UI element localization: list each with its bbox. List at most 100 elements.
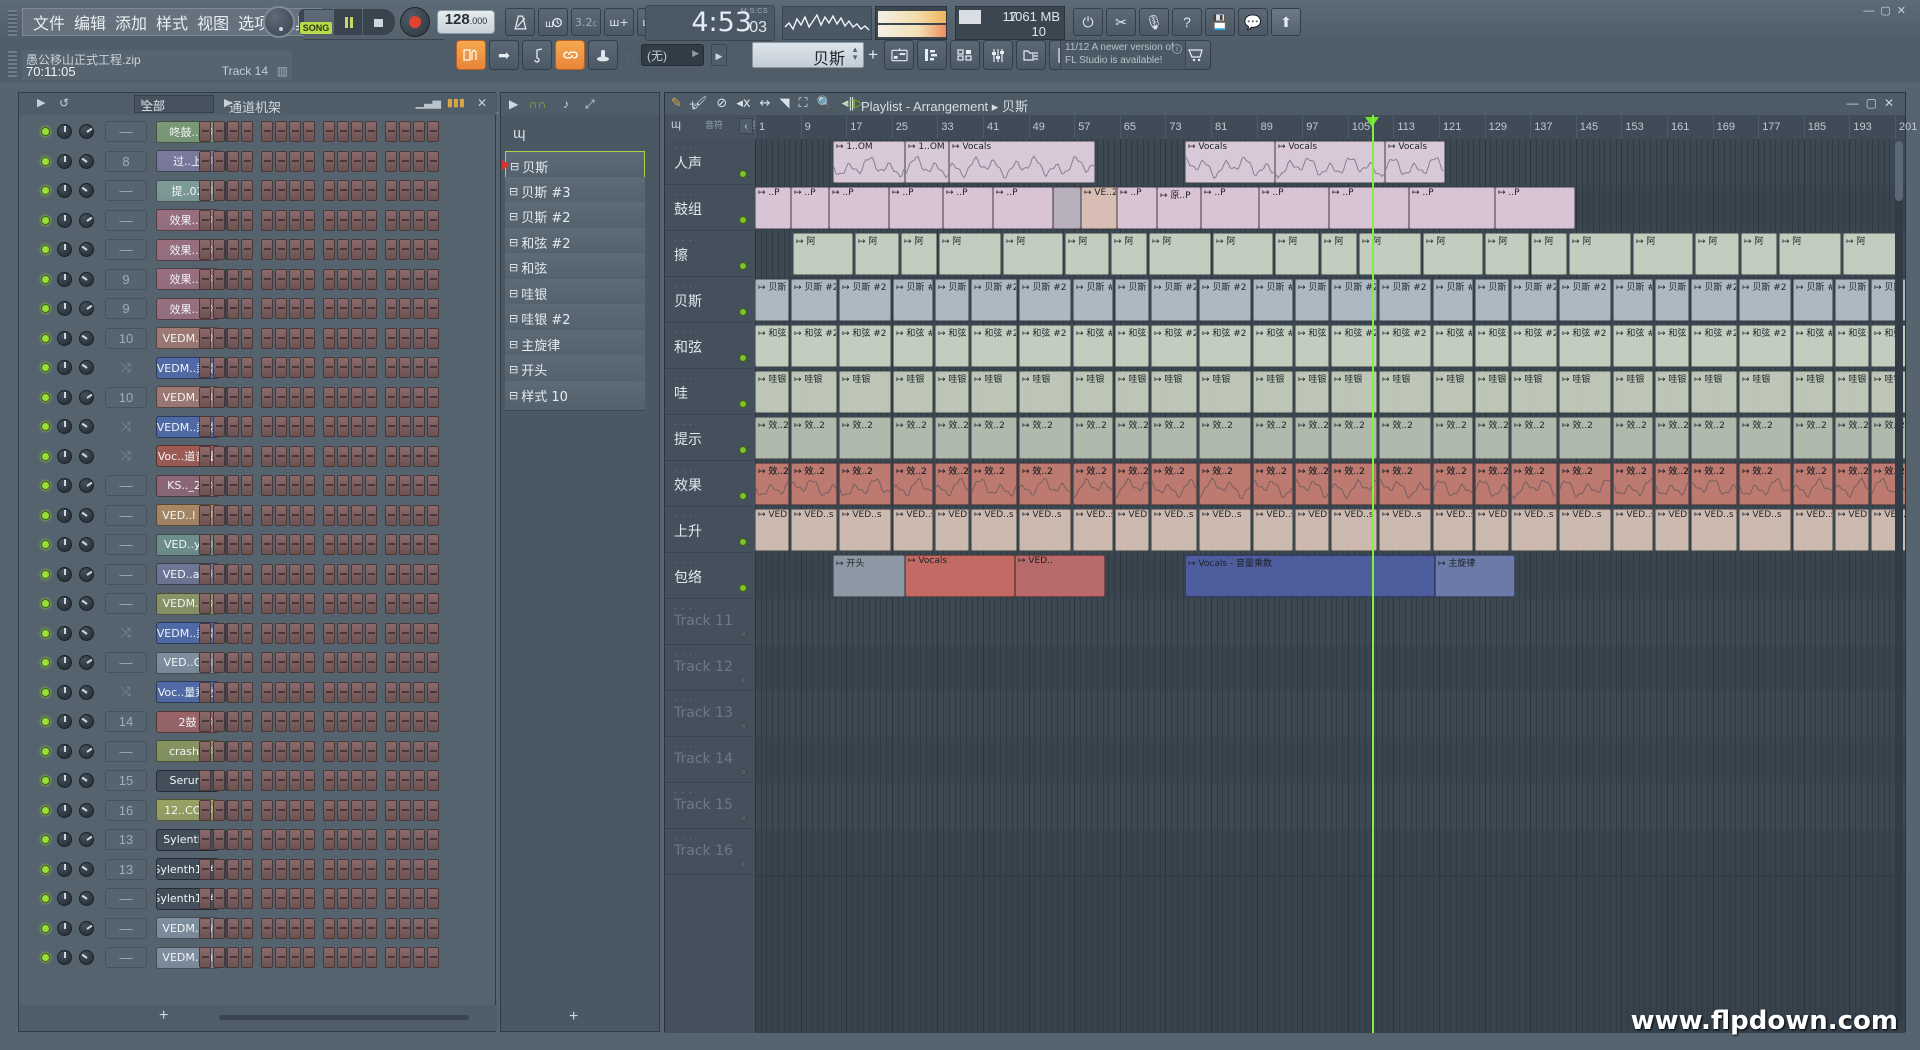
step-button[interactable]	[399, 711, 411, 733]
channel-mixer-track[interactable]: 15	[105, 770, 147, 792]
step-button[interactable]	[261, 858, 273, 880]
step-button[interactable]	[351, 652, 363, 674]
menu-item-file[interactable]: 文件	[33, 10, 65, 34]
step-button[interactable]	[241, 386, 253, 408]
playlist-clip[interactable]: ↦ 哇银	[1655, 371, 1689, 413]
playlist-clip[interactable]: ↦ 效..2	[1559, 417, 1611, 459]
step-button[interactable]	[337, 917, 349, 939]
step-button[interactable]	[275, 593, 287, 615]
step-button[interactable]	[351, 829, 363, 851]
playlist-minimize-button[interactable]: —	[1847, 96, 1866, 110]
step-button[interactable]	[289, 180, 301, 202]
channel-link-icon[interactable]: ⤨	[105, 446, 147, 467]
step-button[interactable]	[337, 475, 349, 497]
step-button[interactable]	[413, 770, 425, 792]
channel-mixer-track[interactable]: —	[105, 563, 147, 585]
playlist-track-header[interactable]: · · · 效果	[665, 461, 753, 507]
step-sequencer-row[interactable]	[199, 678, 447, 708]
step-button[interactable]	[365, 740, 377, 762]
channel-row[interactable]: — crash3 ⊹	[23, 737, 493, 767]
step-button[interactable]	[261, 298, 273, 320]
step-button[interactable]	[351, 239, 363, 261]
step-button[interactable]	[399, 534, 411, 556]
step-button[interactable]	[413, 829, 425, 851]
channel-volume-knob[interactable]	[79, 419, 94, 435]
step-button[interactable]	[199, 593, 211, 615]
step-button[interactable]	[351, 534, 363, 556]
playlist-clip[interactable]: ↦ 哇银	[791, 371, 837, 413]
step-button[interactable]	[399, 475, 411, 497]
playlist-clip[interactable]: ↦ 贝斯 #2	[1739, 279, 1791, 321]
step-button[interactable]	[227, 475, 239, 497]
channel-mute-led[interactable]	[41, 304, 50, 314]
step-button[interactable]	[213, 504, 225, 526]
step-button[interactable]	[385, 740, 397, 762]
channel-pan-knob[interactable]	[57, 360, 72, 376]
step-button[interactable]	[241, 770, 253, 792]
step-button[interactable]	[337, 858, 349, 880]
channel-mute-led[interactable]	[41, 481, 50, 491]
step-button[interactable]	[261, 150, 273, 172]
step-button[interactable]	[227, 268, 239, 290]
step-button[interactable]	[303, 622, 315, 644]
step-button[interactable]	[261, 357, 273, 379]
step-button[interactable]	[351, 563, 363, 585]
channel-mixer-track[interactable]: 13	[105, 858, 147, 880]
stop-button[interactable]	[363, 9, 395, 35]
step-button[interactable]	[303, 770, 315, 792]
step-button[interactable]	[337, 829, 349, 851]
step-sequencer-row[interactable]	[199, 412, 447, 442]
power-icon[interactable]: ⏻	[1073, 8, 1103, 36]
step-button[interactable]	[303, 475, 315, 497]
channel-filter-dropdown[interactable]: 全部 ▶	[134, 95, 214, 113]
playlist-clip[interactable]: ↦ 效..2	[1511, 417, 1557, 459]
playlist-track-header[interactable]: · · · Track 12	[665, 645, 753, 691]
playlist-track-headers[interactable]: · · · 人声 · · · 鼓组 · · · 擦 · · · 贝斯 · · · 和弦 · · · 哇…	[665, 139, 755, 1033]
step-button[interactable]	[227, 799, 239, 821]
track-mute-led[interactable]	[739, 354, 747, 362]
step-button[interactable]	[351, 711, 363, 733]
step-button[interactable]	[241, 298, 253, 320]
step-button[interactable]	[213, 711, 225, 733]
channel-volume-knob[interactable]	[79, 448, 94, 464]
track-handle[interactable]: · · ·	[674, 695, 693, 705]
step-button[interactable]	[289, 386, 301, 408]
step-button[interactable]	[399, 445, 411, 467]
playlist-clip[interactable]: ↦ 效..2 ↦ 效..2	[1835, 463, 1869, 505]
playlist-clip[interactable]: ↦ VED..s	[1613, 509, 1653, 551]
playlist-clip[interactable]: ↦ 哇银	[1511, 371, 1557, 413]
step-button[interactable]	[337, 534, 349, 556]
playlist-clip[interactable]: ↦ 效..2 ↦ 效..2	[839, 463, 891, 505]
headphone-icon[interactable]: ∩	[626, 48, 635, 63]
channel-mixer-track[interactable]: 9	[105, 298, 147, 320]
channel-pan-knob[interactable]	[57, 773, 72, 789]
step-button[interactable]	[351, 858, 363, 880]
step-button[interactable]	[261, 622, 273, 644]
playlist-clip[interactable]: ↦ 和弦 #2	[1199, 325, 1251, 367]
playlist-clip[interactable]: ↦ VED..s	[1559, 509, 1611, 551]
step-button[interactable]	[289, 888, 301, 910]
channel-row[interactable]: ⤨ VEDM..乘数	[23, 412, 493, 442]
step-button[interactable]	[303, 209, 315, 231]
step-button[interactable]	[323, 947, 335, 969]
playlist-clip[interactable]: ↦ 1..OM	[833, 141, 905, 183]
step-button[interactable]	[427, 475, 439, 497]
track-mute-led[interactable]	[739, 630, 747, 638]
step-button[interactable]	[427, 445, 439, 467]
playlist-clip[interactable]: ↦ 哇银	[839, 371, 891, 413]
step-button[interactable]	[275, 445, 287, 467]
step-sequencer-row[interactable]	[199, 235, 447, 265]
playlist-clip[interactable]: ↦ 和弦 #2	[1073, 325, 1113, 367]
step-button[interactable]	[261, 740, 273, 762]
step-button[interactable]	[337, 799, 349, 821]
step-button[interactable]	[323, 239, 335, 261]
step-button[interactable]	[337, 593, 349, 615]
channel-mute-led[interactable]	[41, 569, 50, 579]
playlist-clip[interactable]: ↦ 哇银	[1691, 371, 1737, 413]
step-button[interactable]	[261, 327, 273, 349]
channel-mixer-track[interactable]: —	[105, 947, 147, 969]
step-button[interactable]	[337, 121, 349, 143]
step-button[interactable]	[241, 593, 253, 615]
playlist-clip[interactable]: ↦ 哇银	[1073, 371, 1113, 413]
pattern-note-icon[interactable]: ♪	[563, 97, 569, 111]
